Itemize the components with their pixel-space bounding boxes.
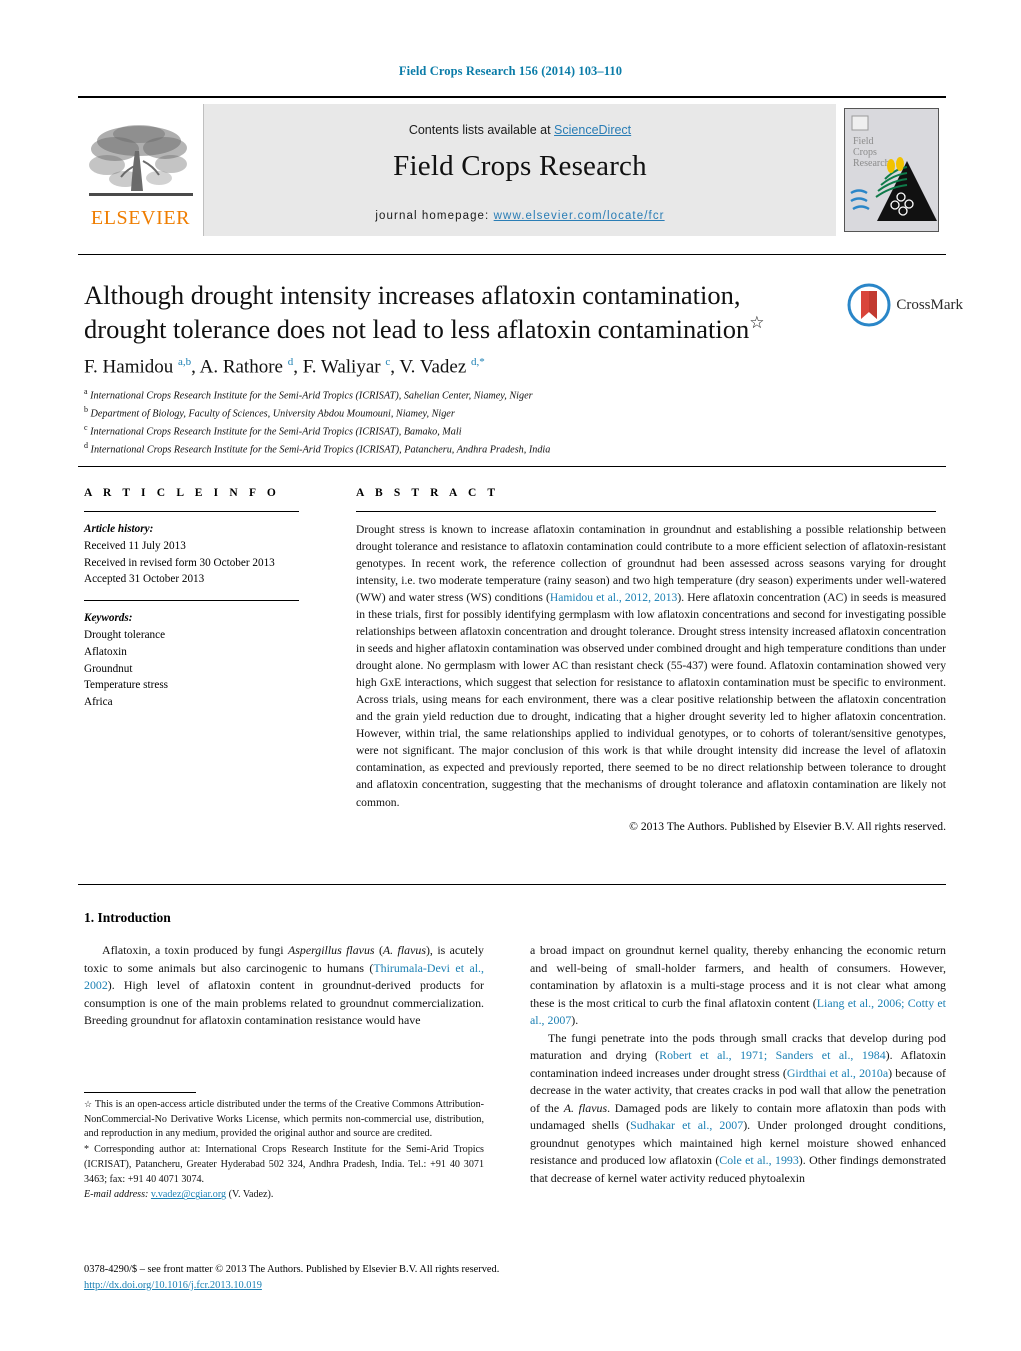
abstract-band-bottom-divider (78, 884, 946, 885)
keyword-item: Africa (84, 696, 113, 709)
affiliation-text: International Crops Research Institute f… (90, 390, 533, 402)
keyword-item: Temperature stress (84, 679, 169, 692)
masthead-center-panel: Contents lists available at ScienceDirec… (204, 104, 836, 236)
issn-line: 0378-4290/$ – see front matter © 2013 Th… (84, 1264, 500, 1275)
abstract-heading: A B S T R A C T (356, 487, 500, 499)
paper-title-text: Although drought intensity increases afl… (84, 280, 750, 345)
journal-masthead: ELSEVIER Contents lists available at Sci… (78, 96, 946, 238)
elsevier-logo: ELSEVIER (78, 104, 204, 236)
email-link[interactable]: v.vadez@cgiar.org (151, 1189, 226, 1200)
email-owner: (V. Vadez). (228, 1189, 274, 1201)
keyword-item: Groundnut (84, 662, 133, 675)
sciencedirect-link[interactable]: ScienceDirect (554, 123, 631, 137)
article-history-label: Article history: (84, 523, 154, 535)
contents-available-line: Contents lists available at ScienceDirec… (204, 123, 836, 137)
section-heading-introduction: 1. Introduction (84, 910, 171, 925)
svg-text:Research: Research (853, 158, 890, 169)
article-info-heading: A R T I C L E I N F O (84, 487, 280, 499)
elsevier-tree-icon (88, 125, 193, 196)
paper-page: Field Crops Research 156 (2014) 103–110 (0, 0, 1021, 1351)
keywords-block: Keywords: Drought tolerance Aflatoxin Gr… (84, 610, 314, 711)
history-item: Accepted 31 October 2013 (84, 573, 205, 586)
abstract-band-top-divider (78, 466, 946, 467)
affiliation-text: International Crops Research Institute f… (90, 426, 462, 438)
affiliation-mark: c (84, 423, 88, 432)
journal-title: Field Crops Research (393, 150, 647, 182)
title-divider (78, 254, 946, 255)
journal-homepage-line: journal homepage: www.elsevier.com/locat… (204, 210, 836, 222)
abstract-body: Drought stress is known to increase afla… (356, 523, 947, 809)
crossmark-badge[interactable]: CrossMark (847, 283, 963, 327)
affiliation-item: b Department of Biology, Faculty of Scie… (84, 404, 844, 422)
abstract-column: A B S T R A C T Drought stress is known … (356, 487, 946, 833)
email-label: E-mail address: (84, 1189, 149, 1201)
body-column-left: Aflatoxin, a toxin produced by fungi Asp… (84, 943, 484, 1027)
history-item: Received in revised form 30 October 2013 (84, 556, 275, 569)
affiliation-item: c International Crops Research Institute… (84, 422, 844, 440)
homepage-prefix: journal homepage: (375, 210, 494, 222)
running-head: Field Crops Research 156 (2014) 103–110 (398, 64, 623, 78)
page-title: Although drought intensity increases afl… (84, 278, 784, 347)
doi-link[interactable]: http://dx.doi.org/10.1016/j.fcr.2013.10.… (84, 1280, 262, 1291)
cover-illustration-icon: Field Crops Research (844, 109, 938, 231)
crossmark-label: CrossMark (896, 296, 963, 313)
journal-homepage-link[interactable]: www.elsevier.com/locate/fcr (494, 210, 665, 222)
affiliation-mark: a (84, 387, 88, 396)
article-history-block: Article history: Received 11 July 2013 R… (84, 521, 314, 588)
colophon: 0378-4290/$ – see front matter © 2013 Th… (84, 1262, 644, 1293)
body-column-right: a broad impact on groundnut kernel quali… (530, 943, 946, 1185)
cover-artwork: Field Crops Research (843, 108, 939, 232)
affiliation-item: d International Crops Research Institute… (84, 440, 844, 458)
keywords-label: Keywords: (84, 612, 133, 625)
affiliation-text: International Crops Research Institute f… (90, 444, 551, 456)
crossmark-icon (847, 283, 891, 327)
abstract-rule (356, 511, 936, 512)
elsevier-wordmark: ELSEVIER (90, 207, 191, 229)
footnote-block: ☆ This is an open-access article distrib… (84, 1098, 484, 1204)
footnote-divider (84, 1092, 196, 1093)
history-item: Received 11 July 2013 (84, 539, 186, 552)
journal-cover-thumbnail[interactable]: Field Crops Research (836, 104, 946, 236)
keyword-item: Drought tolerance (84, 628, 166, 641)
affiliation-mark: b (84, 405, 88, 414)
contents-prefix: Contents lists available at (408, 123, 555, 137)
affiliation-mark: d (84, 441, 88, 450)
keyword-item: Aflatoxin (84, 645, 127, 658)
footnote-corresponding-author: * Corresponding author at: International… (84, 1144, 484, 1185)
footnote-email-line: E-mail address: v.vadez@cgiar.org (V. Va… (84, 1188, 484, 1203)
abstract-copyright: © 2013 The Authors. Published by Elsevie… (629, 819, 946, 833)
affiliation-item: a International Crops Research Institute… (84, 386, 844, 404)
keywords-rule (84, 600, 299, 602)
article-info-column: A R T I C L E I N F O Article history: R… (84, 487, 314, 711)
footnote-license: ☆ This is an open-access article distrib… (84, 1099, 484, 1140)
affiliation-text: Department of Biology, Faculty of Scienc… (90, 408, 455, 420)
affiliation-list: a International Crops Research Institute… (84, 386, 844, 458)
svg-text:Field: Field (853, 136, 874, 147)
svg-text:Crops: Crops (853, 147, 877, 158)
title-footnote-mark: ☆ (749, 313, 765, 333)
author-list: F. Hamidou a,b, A. Rathore d, F. Waliyar… (84, 356, 485, 378)
article-info-rule (84, 511, 299, 512)
